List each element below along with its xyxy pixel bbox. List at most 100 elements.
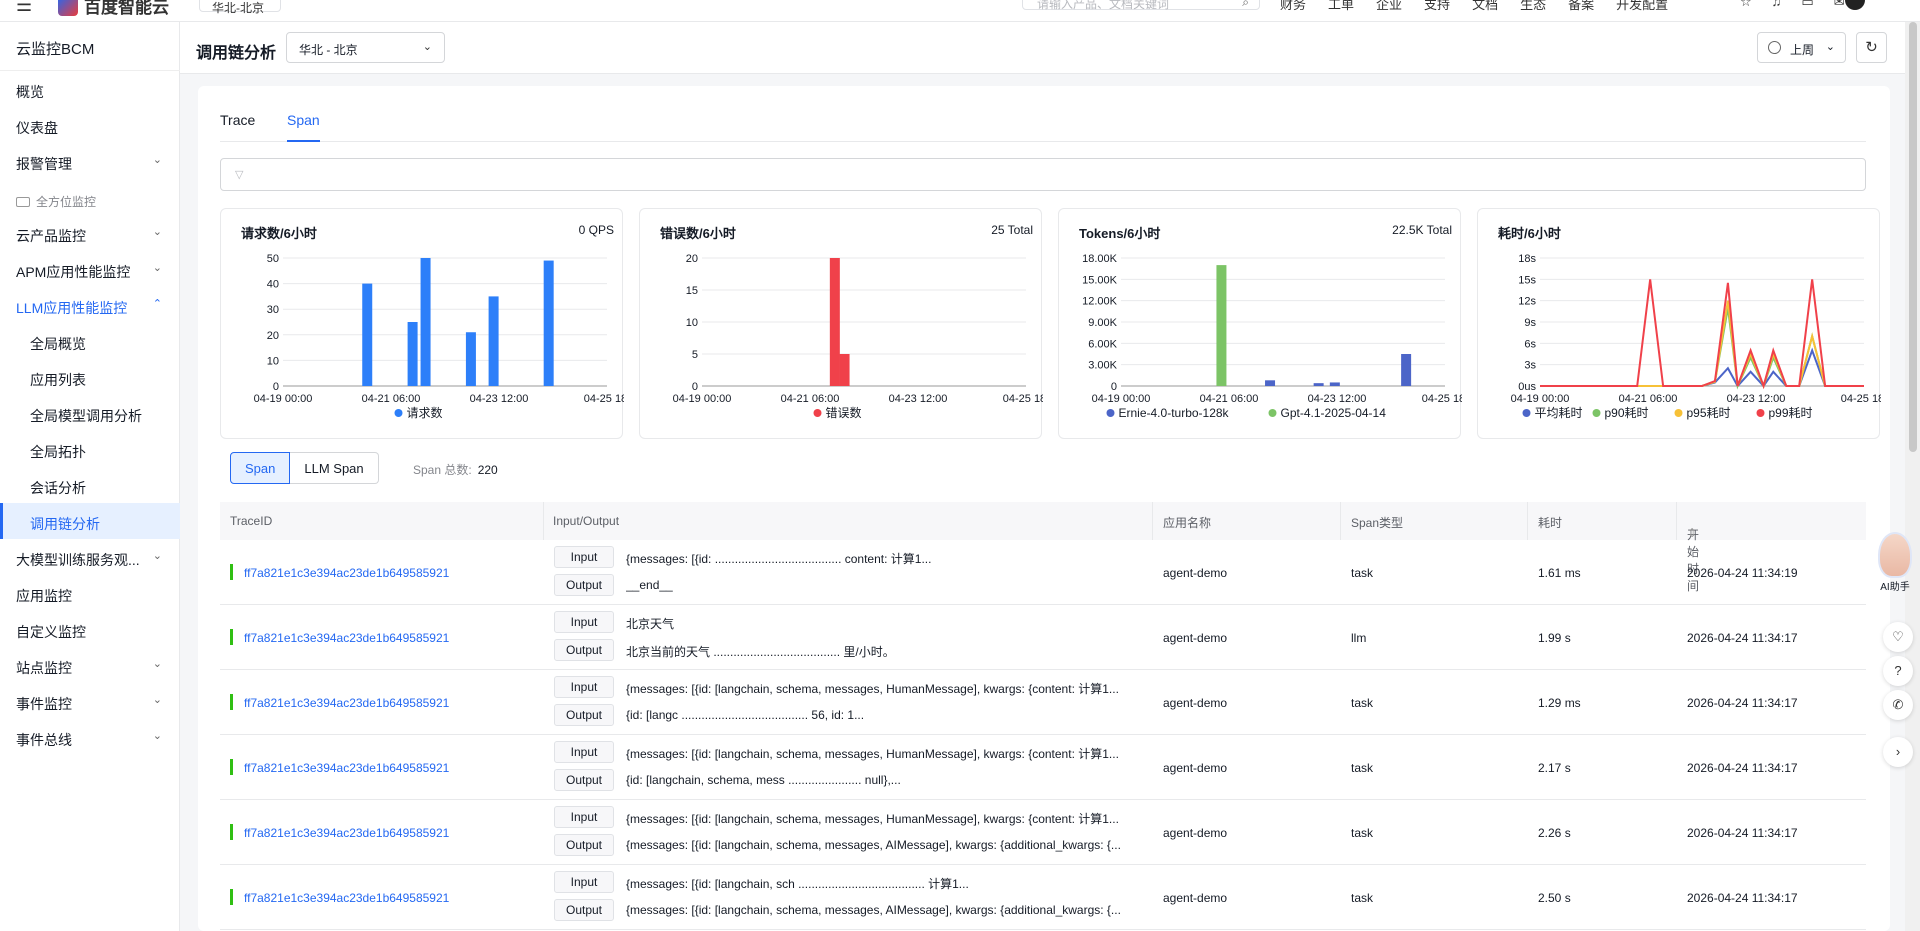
table-row[interactable]: ff7a821e1c3e394ac23de1b649585921 Input {me… xyxy=(220,865,1866,930)
sidebar-item[interactable]: 自定义监控 xyxy=(0,611,180,647)
help-icon[interactable]: ? xyxy=(1883,656,1913,686)
sidebar-subitem[interactable]: 应用列表 xyxy=(0,359,180,395)
table-row[interactable]: ff7a821e1c3e394ac23de1b649585921 Input {me… xyxy=(220,670,1866,735)
sidebar-subitem[interactable]: 全局拓扑 xyxy=(0,431,180,467)
sidebar-item[interactable]: 大模型训练服务观... ⌄ xyxy=(0,539,180,575)
trace-id-link[interactable]: ff7a821e1c3e394ac23de1b649585921 xyxy=(244,696,449,710)
output-text[interactable]: {id: [langc ............................… xyxy=(626,708,1152,722)
x-tick-label: 04-19 00:00 xyxy=(673,393,732,405)
series-line xyxy=(1540,347,1864,388)
span-type: task xyxy=(1351,891,1374,905)
top-nav-link[interactable]: 企业 xyxy=(1376,0,1402,13)
y-tick-label: 10 xyxy=(686,317,698,329)
sidebar-group[interactable]: LLM应用性能监控 ⌃ xyxy=(0,287,180,323)
tab-span[interactable]: Span xyxy=(287,112,320,142)
legend-label: 平均耗时 xyxy=(1535,406,1583,420)
trace-id-link[interactable]: ff7a821e1c3e394ac23de1b649585921 xyxy=(244,761,449,775)
user-avatar[interactable] xyxy=(1845,0,1865,10)
product-title: 云监控BCM xyxy=(16,41,95,58)
y-tick-label: 0 xyxy=(692,381,698,393)
sidebar-item[interactable]: 站点监控 ⌄ xyxy=(0,647,180,683)
input-text[interactable]: {messages: [{id: [langchain, schema, mes… xyxy=(626,745,1152,762)
sidebar-subitem[interactable]: 全局概览 xyxy=(0,323,180,359)
input-text[interactable]: {messages: [{id: [langchain, sch .......… xyxy=(626,875,1152,892)
chart-card: 请求数/6小时 0 QPS 0 10 20 30 40 50 04-19 00:00 04-21 … xyxy=(220,208,624,439)
tab-trace[interactable]: Trace xyxy=(220,112,255,142)
nav-label: 全局模型调用分析 xyxy=(30,408,142,424)
table-row[interactable]: ff7a821e1c3e394ac23de1b649585921 Input {me… xyxy=(220,735,1866,800)
refresh-button[interactable]: ↻ xyxy=(1856,32,1887,63)
top-nav-link[interactable]: 支持 xyxy=(1424,0,1450,13)
sidebar-subitem[interactable]: 调用链分析 xyxy=(0,503,180,539)
search-placeholder: 请输入产品、文档关键词 xyxy=(1037,0,1170,11)
input-tag: Input xyxy=(554,611,614,633)
output-tag: Output xyxy=(554,704,614,726)
global-region-switch[interactable]: 华北-北京 xyxy=(199,0,281,15)
brand-mark-icon xyxy=(58,0,78,16)
output-text[interactable]: __end__ xyxy=(626,578,1152,592)
message-icon[interactable]: ✉ xyxy=(1834,0,1845,10)
scrollbar-thumb[interactable] xyxy=(1909,22,1917,452)
top-nav-link[interactable]: 备案 xyxy=(1568,0,1594,13)
output-text[interactable]: {messages: [{id: [langchain, schema, mes… xyxy=(626,838,1152,852)
output-tag: Output xyxy=(554,899,614,921)
input-text[interactable]: 北京天气 xyxy=(626,615,1152,632)
output-text[interactable]: 北京当前的天气 ................................… xyxy=(626,643,1152,660)
top-nav-link[interactable]: 财务 xyxy=(1280,0,1306,13)
region-select[interactable]: 华北 - 北京 ⌄ xyxy=(286,32,445,63)
sidebar-item[interactable]: 概览 xyxy=(0,71,180,107)
chart-card: Tokens/6小时 22.5K Total 0 3.00K 6.00K 9.00K 12.… xyxy=(1058,208,1462,439)
table-row[interactable]: ff7a821e1c3e394ac23de1b649585921 Input {me… xyxy=(220,800,1866,865)
phone-icon[interactable]: ✆ xyxy=(1883,690,1913,720)
brand-logo[interactable]: 百度智能云 xyxy=(58,0,169,18)
start-time: 2026-04-24 11:34:17 xyxy=(1687,696,1798,710)
cart-icon[interactable]: ▭ xyxy=(1801,0,1813,10)
sidebar-group[interactable]: 云产品监控 ⌄ xyxy=(0,215,180,251)
trace-id-link[interactable]: ff7a821e1c3e394ac23de1b649585921 xyxy=(244,891,449,905)
col-duration: 耗时 xyxy=(1538,516,1563,530)
seg-span-button[interactable]: Span xyxy=(230,452,291,484)
top-nav-link[interactable]: 文档 xyxy=(1472,0,1498,13)
time-range-select[interactable]: 上周 ⌄ xyxy=(1757,32,1846,63)
trace-id-link[interactable]: ff7a821e1c3e394ac23de1b649585921 xyxy=(244,631,449,645)
trace-id-link[interactable]: ff7a821e1c3e394ac23de1b649585921 xyxy=(244,826,449,840)
table-row[interactable]: ff7a821e1c3e394ac23de1b649585921 Input 北京天… xyxy=(220,605,1866,670)
top-nav-link[interactable]: 开发配置 xyxy=(1616,0,1668,13)
chevron-right-icon[interactable]: › xyxy=(1883,737,1913,767)
search-icon[interactable]: ⌕ xyxy=(1242,0,1249,10)
legend-label: p90耗时 xyxy=(1605,406,1649,420)
sidebar-item[interactable]: 事件监控 ⌄ xyxy=(0,683,180,719)
filter-input[interactable]: ▽ xyxy=(220,158,1866,191)
top-nav-link[interactable]: 工单 xyxy=(1328,0,1354,13)
ai-helper[interactable]: AI助手 xyxy=(1875,532,1915,604)
span-type: task xyxy=(1351,826,1374,840)
sidebar-group[interactable]: APM应用性能监控 ⌄ xyxy=(0,251,180,287)
bell-icon[interactable]: ♫ xyxy=(1772,0,1782,10)
sort-icon[interactable]: ⇕ xyxy=(1687,526,1697,540)
top-nav-bar: ☰ 百度智能云 华北-北京 请输入产品、文档关键词 ⌕ 财务 工单 企业 支持 文档 生态 备… xyxy=(0,0,1920,22)
sidebar-subitem[interactable]: 会话分析 xyxy=(0,467,180,503)
input-text[interactable]: {messages: [{id: .......................… xyxy=(626,550,1152,567)
page-scrollbar[interactable] xyxy=(1905,22,1920,931)
input-text[interactable]: {messages: [{id: [langchain, schema, mes… xyxy=(626,680,1152,697)
sidebar-item[interactable]: 事件总线 ⌄ xyxy=(0,719,180,755)
heart-icon[interactable]: ♡ xyxy=(1883,622,1913,652)
table-row[interactable]: ff7a821e1c3e394ac23de1b649585921 Input {me… xyxy=(220,540,1866,605)
sidebar-item[interactable]: 仪表盘 xyxy=(0,107,180,143)
top-nav-link[interactable]: 生态 xyxy=(1520,0,1546,13)
global-search-input[interactable]: 请输入产品、文档关键词 ⌕ xyxy=(1022,0,1260,11)
span-total-label: Span 总数: xyxy=(413,463,472,477)
sidebar-item[interactable]: 应用监控 xyxy=(0,575,180,611)
input-tag: Input xyxy=(554,806,614,828)
hamburger-menu-icon[interactable]: ☰ xyxy=(16,0,32,14)
trace-id-link[interactable]: ff7a821e1c3e394ac23de1b649585921 xyxy=(244,566,449,580)
output-text[interactable]: {id: [langchain, schema, mess ..........… xyxy=(626,773,1152,787)
nav-label: 全局拓扑 xyxy=(30,444,86,460)
seg-llm-span-button[interactable]: LLM Span xyxy=(290,452,379,484)
input-text[interactable]: {messages: [{id: [langchain, schema, mes… xyxy=(626,810,1152,827)
output-text[interactable]: {messages: [{id: [langchain, schema, mes… xyxy=(626,903,1152,917)
favorite-icon[interactable]: ☆ xyxy=(1740,0,1752,10)
sidebar-item[interactable]: 报警管理 ⌄ xyxy=(0,143,180,179)
sidebar-subitem[interactable]: 全局模型调用分析 xyxy=(0,395,180,431)
bar xyxy=(407,322,418,386)
